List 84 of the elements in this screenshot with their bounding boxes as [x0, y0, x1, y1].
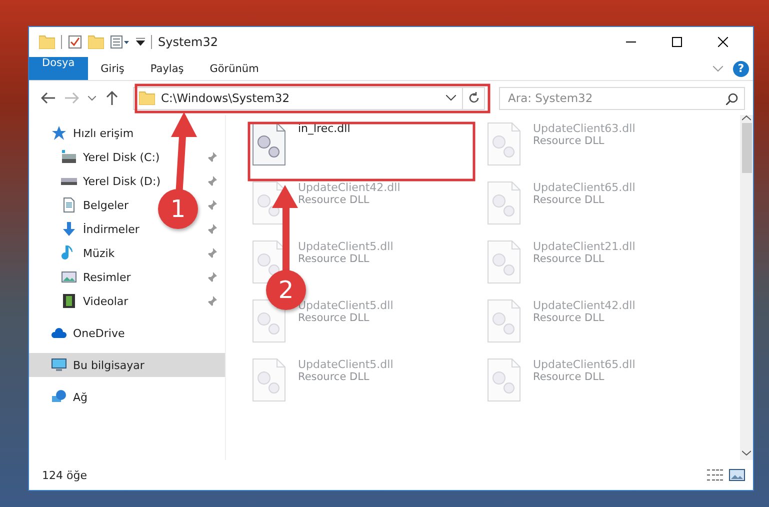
ribbon-tab[interactable]: Görünüm: [196, 57, 272, 80]
checklist-icon: [68, 35, 82, 49]
nav-item[interactable]: Belgeler: [29, 193, 132, 217]
file-type: Resource DLL: [298, 371, 370, 383]
nav-label: Müzik: [83, 246, 115, 260]
film-icon: [61, 293, 77, 309]
search-field[interactable]: Ara: System32: [499, 86, 745, 110]
nav-label: Hızlı erişim: [73, 126, 134, 140]
scrollbar[interactable]: [740, 115, 753, 460]
star-icon: [51, 125, 67, 141]
nav-label: Resimler: [83, 270, 131, 284]
close-icon: [718, 37, 728, 47]
nav-label: Ağ: [73, 390, 88, 404]
search-icon: [726, 92, 738, 104]
folder-icon: [39, 35, 55, 49]
chevron-down-icon[interactable]: [742, 450, 751, 456]
pin-icon[interactable]: [207, 200, 217, 210]
nav-label: Bu bilgisayar: [73, 358, 144, 372]
new-folder-icon: [88, 35, 104, 49]
properties-icon: [110, 35, 130, 49]
pin-icon[interactable]: [207, 296, 217, 306]
ribbon-tab[interactable]: Paylaş: [137, 57, 197, 80]
file-name: UpdateClient65.dll: [533, 181, 636, 194]
address-field[interactable]: C:\Windows\System32: [133, 86, 485, 110]
monitor-icon: [51, 357, 67, 373]
file-type: Resource DLL: [298, 253, 370, 265]
nav-label: OneDrive: [73, 326, 125, 340]
window-title: System32: [158, 35, 218, 49]
file-name: UpdateClient21.dll: [533, 240, 636, 253]
nav-item[interactable]: Yerel Disk (C:): [29, 145, 164, 169]
file-type: Resource DLL: [298, 194, 370, 206]
nav-item[interactable]: Hızlı erişim: [29, 121, 225, 145]
nav-item[interactable]: Bu bilgisayar: [29, 353, 225, 377]
pin-icon[interactable]: [207, 224, 217, 234]
file-type: Resource DLL: [533, 253, 606, 265]
file-name: UpdateClient5.dll: [298, 240, 394, 253]
pin-icon[interactable]: [207, 272, 217, 282]
maximize-icon: [672, 37, 682, 47]
down-arrow-icon: [61, 221, 77, 237]
file-name: UpdateClient42.dll: [298, 181, 400, 194]
nav-label: Videolar: [83, 294, 128, 308]
nav-label: Yerel Disk (D:): [83, 174, 161, 188]
ribbon-tab[interactable]: Giriş: [88, 57, 138, 80]
file-name: UpdateClient65.dll: [533, 358, 636, 371]
file-name: UpdateClient63.dll: [533, 122, 636, 135]
nav-label: Belgeler: [83, 198, 128, 212]
refresh-icon: [468, 92, 480, 104]
pin-icon[interactable]: [207, 248, 217, 258]
file-name: in_lrec.dll: [298, 122, 350, 135]
folder-icon: [139, 91, 155, 105]
drive-icon: [61, 178, 77, 184]
file-name: UpdateClient42.dll: [533, 299, 636, 312]
nav-item[interactable]: Resimler: [29, 265, 135, 289]
file-type: Resource DLL: [298, 312, 370, 324]
nav-label: İndirmeler: [83, 222, 140, 236]
item-count: 124 öğe: [42, 468, 87, 482]
file-type: Resource DLL: [533, 312, 606, 324]
nav-item[interactable]: Videolar: [29, 289, 132, 313]
network-icon: [51, 389, 67, 405]
nav-item[interactable]: OneDrive: [29, 321, 225, 345]
dropdown-icon: [136, 38, 145, 46]
document-icon: [61, 197, 77, 213]
drive-icon: [61, 149, 77, 165]
scrollbar-thumb[interactable]: [742, 123, 752, 173]
cloud-icon: [51, 325, 67, 341]
file-type: Resource DLL: [533, 135, 606, 147]
details-view-icon[interactable]: [707, 469, 723, 481]
minimize-icon: [626, 41, 636, 43]
chevron-down-icon: [88, 96, 96, 100]
chevron-up-icon[interactable]: [742, 115, 751, 121]
file-name: UpdateClient5.dll: [298, 358, 394, 371]
help-button[interactable]: ?: [733, 60, 749, 76]
nav-label: Yerel Disk (C:): [83, 150, 160, 164]
nav-item[interactable]: Müzik: [29, 241, 119, 265]
pin-icon[interactable]: [207, 152, 217, 162]
large-icons-view-icon[interactable]: [729, 469, 745, 481]
pin-icon[interactable]: [207, 176, 217, 186]
file-menu-tab[interactable]: Dosya: [29, 57, 88, 80]
nav-item[interactable]: Ağ: [29, 385, 225, 409]
chevron-down-icon[interactable]: [446, 95, 456, 101]
file-type: Resource DLL: [533, 371, 606, 383]
picture-icon: [61, 269, 77, 285]
nav-item[interactable]: İndirmeler: [29, 217, 144, 241]
file-type: Resource DLL: [533, 194, 606, 206]
